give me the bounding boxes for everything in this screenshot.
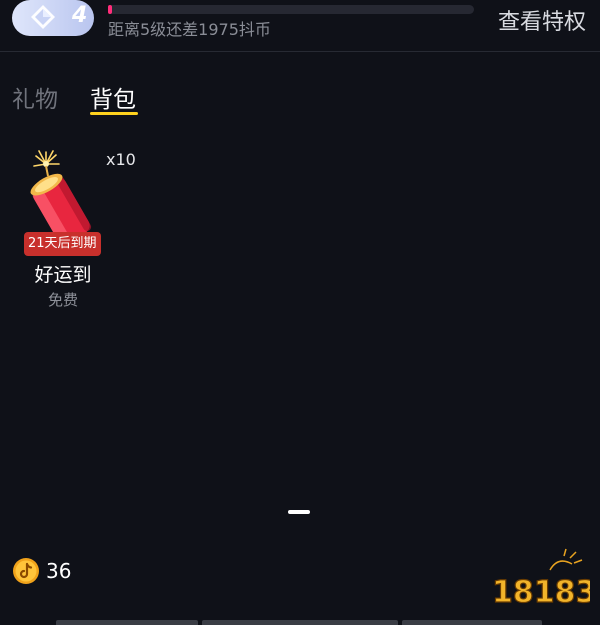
level-progress-fill <box>108 5 113 14</box>
view-privileges-button[interactable]: 查看特权 <box>498 4 586 36</box>
level-number: 4 <box>72 3 88 28</box>
header-divider <box>0 51 600 52</box>
svg-text:18183: 18183 <box>492 575 590 610</box>
level-badge[interactable]: 4 <box>12 0 94 36</box>
firecracker-icon <box>30 150 92 240</box>
18183-watermark-logo: 18183 <box>491 548 590 610</box>
douyin-coin-icon[interactable] <box>12 557 40 585</box>
tab-backpack[interactable]: 背包 <box>90 80 136 114</box>
diamond-icon <box>31 5 55 29</box>
expiry-badge: 21天后到期 <box>24 232 101 256</box>
gift-item[interactable]: x10 21天后到期 好运到 免费 <box>18 146 136 316</box>
gift-name: 好运到 <box>34 264 92 286</box>
active-tab-indicator <box>90 112 138 115</box>
coin-balance[interactable]: 36 <box>46 559 71 583</box>
level-progress-bar <box>108 5 474 14</box>
gift-price: 免费 <box>47 291 78 309</box>
gift-quantity: x10 <box>106 150 136 169</box>
gift-panel: 4 距离5级还差1975抖币 查看特权 礼物 背包 x10 21天后到期 好运到… <box>0 0 600 625</box>
page-indicator <box>288 510 310 514</box>
level-hint-text: 距离5级还差1975抖币 <box>108 20 271 39</box>
tab-gifts[interactable]: 礼物 <box>12 80 58 114</box>
bottom-edge-bars <box>0 620 600 625</box>
